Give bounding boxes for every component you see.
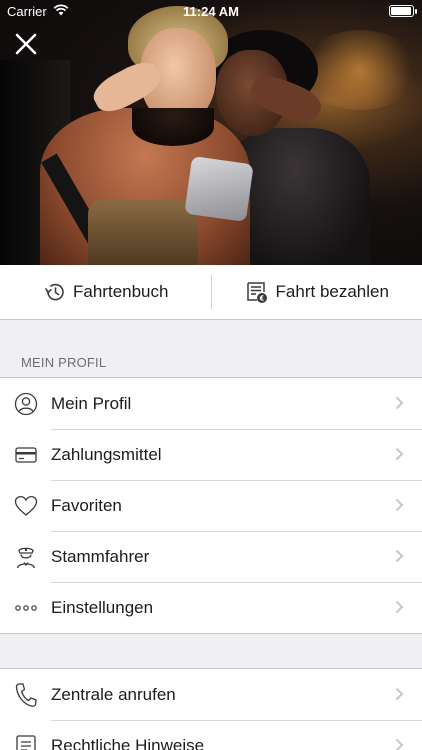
- menu-item-payment-methods[interactable]: Zahlungsmittel: [0, 429, 422, 480]
- chevron-right-icon: [395, 549, 404, 563]
- receipt-icon: [246, 282, 267, 303]
- phone-icon: [15, 682, 37, 707]
- menu-label: Stammfahrer: [51, 546, 150, 566]
- user-icon: [14, 392, 37, 415]
- support-list: Zentrale anrufen Rechtliche Hinweise: [0, 668, 422, 750]
- close-icon[interactable]: [12, 30, 40, 58]
- heart-icon: [14, 495, 37, 516]
- menu-label: Favoriten: [51, 495, 122, 515]
- hero-photo: [0, 0, 422, 265]
- menu-label: Zahlungsmittel: [51, 444, 162, 464]
- more-icon: [14, 604, 37, 611]
- chevron-right-icon: [395, 687, 404, 701]
- menu-label: Zentrale anrufen: [51, 684, 176, 704]
- chevron-right-icon: [395, 396, 404, 410]
- chevron-right-icon: [395, 498, 404, 512]
- credit-card-icon: [14, 446, 37, 463]
- profile-list: Mein Profil Zahlungsmittel Favoriten Sta…: [0, 377, 422, 634]
- document-icon: [15, 734, 36, 750]
- menu-label: Mein Profil: [51, 393, 132, 413]
- menu-item-call-center[interactable]: Zentrale anrufen: [0, 669, 422, 720]
- menu-item-settings[interactable]: Einstellungen: [0, 582, 422, 633]
- section-header-profile: MEIN PROFIL: [21, 355, 107, 370]
- chevron-right-icon: [395, 600, 404, 614]
- driver-icon: [16, 547, 35, 568]
- menu-item-regular-drivers[interactable]: Stammfahrer: [0, 531, 422, 582]
- clock: 11:24 AM: [183, 4, 239, 19]
- pay-ride-button[interactable]: Fahrt bezahlen: [212, 265, 422, 319]
- logbook-label: Fahrtenbuch: [73, 282, 169, 301]
- menu-item-my-profile[interactable]: Mein Profil: [0, 378, 422, 429]
- status-bar: Carrier 11:24 AM: [0, 0, 422, 22]
- menu-label: Einstellungen: [51, 597, 154, 617]
- chevron-right-icon: [395, 738, 404, 750]
- battery-icon: [389, 5, 417, 17]
- chevron-right-icon: [395, 447, 404, 461]
- menu-item-legal-notices[interactable]: Rechtliche Hinweise: [0, 720, 422, 750]
- quick-actions: Fahrtenbuch Fahrt bezahlen: [0, 265, 422, 320]
- menu-item-favorites[interactable]: Favoriten: [0, 480, 422, 531]
- history-icon: [45, 283, 64, 301]
- menu-label: Rechtliche Hinweise: [51, 735, 205, 750]
- logbook-button[interactable]: Fahrtenbuch: [0, 265, 211, 319]
- pay-ride-label: Fahrt bezahlen: [275, 282, 389, 301]
